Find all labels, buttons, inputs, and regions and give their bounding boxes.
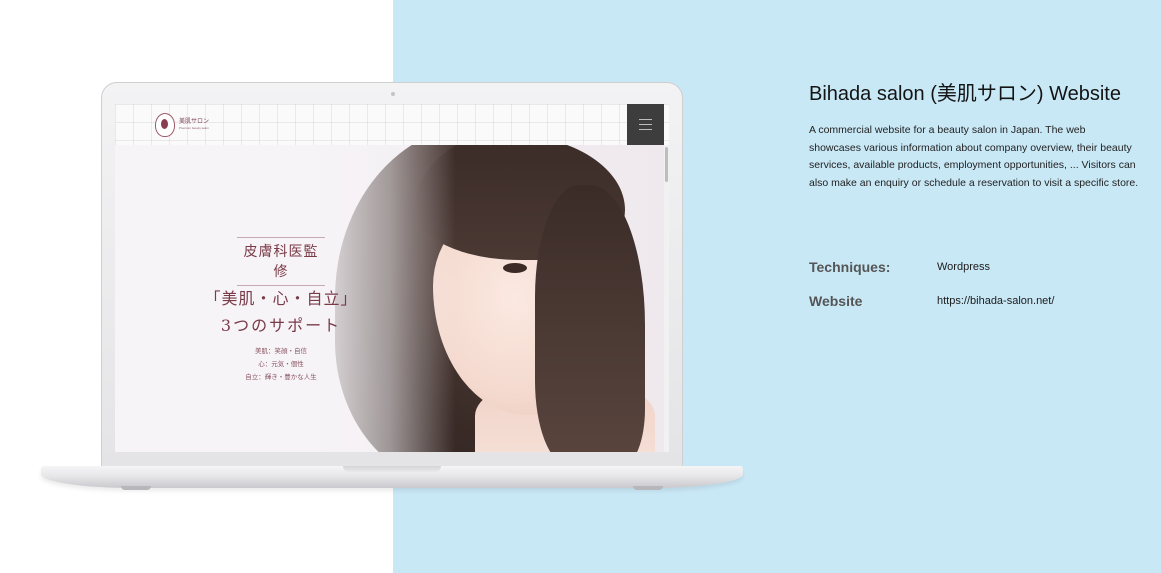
preview-scrollbar-thumb[interactable] bbox=[665, 147, 668, 182]
techniques-value: Wordpress bbox=[937, 261, 990, 273]
hero-section: 皮膚科医監修 「美肌・心・自立」 3つのサポート 美肌：笑顔・自信 心：元気・個… bbox=[115, 145, 664, 452]
hero-subheadline: 3つのサポート bbox=[220, 316, 342, 335]
portfolio-page: 美肌サロン Premium beauty salon 皮膚科医監修 「美肌・心・… bbox=[0, 0, 1161, 573]
hero-item: 自立：輝き・豊かな人生 bbox=[245, 373, 317, 381]
website-label: Website bbox=[809, 293, 863, 309]
techniques-row: Techniques: Wordpress bbox=[809, 259, 1139, 277]
project-info: Bihada salon (美肌サロン) Website A commercia… bbox=[809, 80, 1139, 192]
hero-item: 心：元気・個性 bbox=[258, 360, 304, 368]
hamburger-menu-button[interactable] bbox=[627, 104, 664, 145]
laptop-foot bbox=[121, 486, 151, 490]
website-link[interactable]: https://bihada-salon.net/ bbox=[937, 295, 1054, 307]
website-preview-screen: 美肌サロン Premium beauty salon 皮膚科医監修 「美肌・心・… bbox=[115, 104, 669, 452]
laptop-foot bbox=[633, 486, 663, 490]
hero-item: 美肌：笑顔・自信 bbox=[255, 347, 307, 355]
project-description: A commercial website for a beauty salon … bbox=[809, 124, 1139, 189]
hero-badge: 皮膚科医監修 bbox=[237, 237, 325, 286]
menu-icon bbox=[639, 119, 652, 120]
site-logo-subtitle: Premium beauty salon bbox=[179, 126, 209, 130]
preview-scrollbar[interactable] bbox=[664, 145, 669, 452]
menu-icon-bar bbox=[639, 129, 652, 130]
laptop-base-notch bbox=[343, 466, 441, 472]
techniques-label: Techniques: bbox=[809, 259, 891, 275]
salon-logo-icon[interactable] bbox=[155, 113, 175, 137]
website-row: Website https://bihada-salon.net/ bbox=[809, 293, 1139, 311]
hero-headline: 「美肌・心・自立」 bbox=[204, 289, 358, 308]
project-title: Bihada salon (美肌サロン) Website bbox=[809, 83, 1121, 105]
laptop-base bbox=[41, 466, 743, 490]
camera-icon bbox=[391, 92, 395, 96]
site-header: 美肌サロン Premium beauty salon bbox=[115, 104, 669, 145]
site-logo-name: 美肌サロン bbox=[179, 118, 210, 125]
menu-icon-bar bbox=[639, 124, 652, 125]
